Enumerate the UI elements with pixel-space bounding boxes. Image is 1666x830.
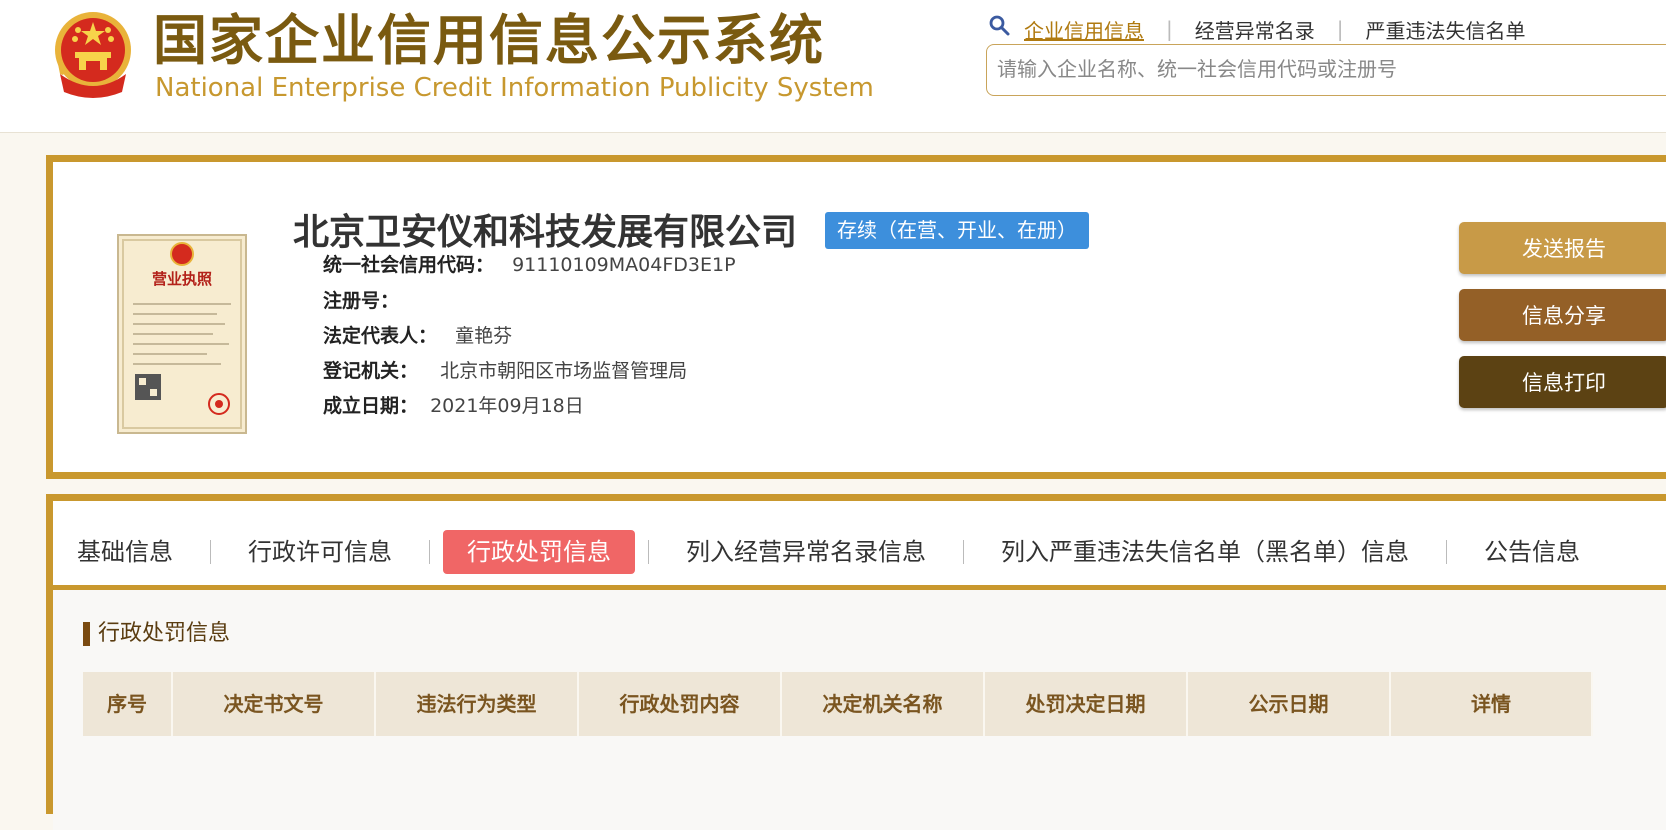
license-image-title: 营业执照 [152,270,212,288]
section-title: 行政处罚信息 [83,622,230,646]
tab-separator [1446,540,1447,564]
print-info-button[interactable]: 信息打印 [1459,356,1666,408]
tab-administrative-penalty[interactable]: 行政处罚信息 [443,530,635,574]
national-emblem-icon[interactable] [48,8,138,102]
tab-separator [429,540,430,564]
tab-separator [963,540,964,564]
site-title-english: National Enterprise Credit Information P… [155,73,874,103]
establishment-date-label: 成立日期： [323,395,419,417]
column-header-penalty-date: 处罚决定日期 [985,672,1188,736]
tab-basic-info[interactable]: 基础信息 [53,530,197,574]
info-row-registration-authority: 登记机关： 北京市朝阳区市场监督管理局 [323,356,687,386]
column-header-serial-number: 序号 [83,672,173,736]
company-info-card: 营业执照 北京卫安仪和科技发展有限公司 存续（在营、开业、在册） 统一社会信用代… [46,155,1666,479]
legal-representative-value: 童艳芬 [455,325,513,347]
search-input[interactable] [987,45,1647,93]
credit-code-label: 统一社会信用代码： [323,254,495,276]
share-info-button[interactable]: 信息分享 [1459,289,1666,341]
tab-administrative-license[interactable]: 行政许可信息 [224,530,416,574]
site-title-chinese: 国家企业信用信息公示系统 [153,9,825,72]
establishment-date-value: 2021年09月18日 [430,395,584,417]
tab-abnormal-operation-list[interactable]: 列入经营异常名录信息 [662,530,950,574]
info-row-credit-code: 统一社会信用代码： 91110109MA04FD3E1P [323,250,736,280]
column-header-penalty-content: 行政处罚内容 [579,672,782,736]
tab-bar: 基础信息 行政许可信息 行政处罚信息 列入经营异常名录信息 列入严重违法失信名单… [53,528,1666,576]
business-license-image[interactable]: 营业执照 [117,234,247,434]
top-navigation: 企业信用信息 | 经营异常名录 | 严重违法失信名单 [1024,14,1526,44]
tab-separator [210,540,211,564]
registration-number-label: 注册号： [323,290,400,312]
tab-serious-violation-blacklist[interactable]: 列入严重违法失信名单（黑名单）信息 [977,530,1433,574]
info-row-legal-representative: 法定代表人： 童艳芬 [323,321,512,351]
legal-representative-label: 法定代表人： [323,325,438,347]
column-header-decision-number: 决定书文号 [173,672,376,736]
tab-separator [648,540,649,564]
site-header: 国家企业信用信息公示系统 National Enterprise Credit … [0,0,1666,133]
registration-authority-label: 登记机关： [323,360,419,382]
column-header-details: 详情 [1391,672,1593,736]
credit-code-value: 91110109MA04FD3E1P [512,254,736,276]
send-report-button[interactable]: 发送报告 [1459,222,1666,274]
magnifier-icon[interactable] [988,14,1010,36]
registration-authority-value: 北京市朝阳区市场监督管理局 [440,360,688,382]
nav-link-abnormal-operation-list[interactable]: 经营异常名录 [1195,15,1315,44]
nav-separator: | [1166,17,1173,41]
penalty-panel: 行政处罚信息 序号 决定书文号 违法行为类型 行政处罚内容 决定机关名称 处罚决… [53,590,1666,830]
tab-announcements[interactable]: 公告信息 [1460,530,1604,574]
column-header-violation-type: 违法行为类型 [376,672,579,736]
detail-section: 基础信息 行政许可信息 行政处罚信息 列入经营异常名录信息 列入严重违法失信名单… [46,494,1666,830]
nav-link-serious-violation-list[interactable]: 严重违法失信名单 [1366,15,1526,44]
info-row-registration-number: 注册号： [323,286,399,316]
table-header-row: 序号 决定书文号 违法行为类型 行政处罚内容 决定机关名称 处罚决定日期 公示日… [83,672,1593,736]
nav-link-enterprise-credit-info[interactable]: 企业信用信息 [1024,15,1144,44]
column-header-publication-date: 公示日期 [1188,672,1391,736]
search-box [986,44,1666,96]
nav-separator: | [1336,17,1344,41]
info-row-establishment-date: 成立日期： 2021年09月18日 [323,391,584,421]
column-header-decision-authority: 决定机关名称 [782,672,985,736]
status-badge: 存续（在营、开业、在册） [825,212,1089,249]
